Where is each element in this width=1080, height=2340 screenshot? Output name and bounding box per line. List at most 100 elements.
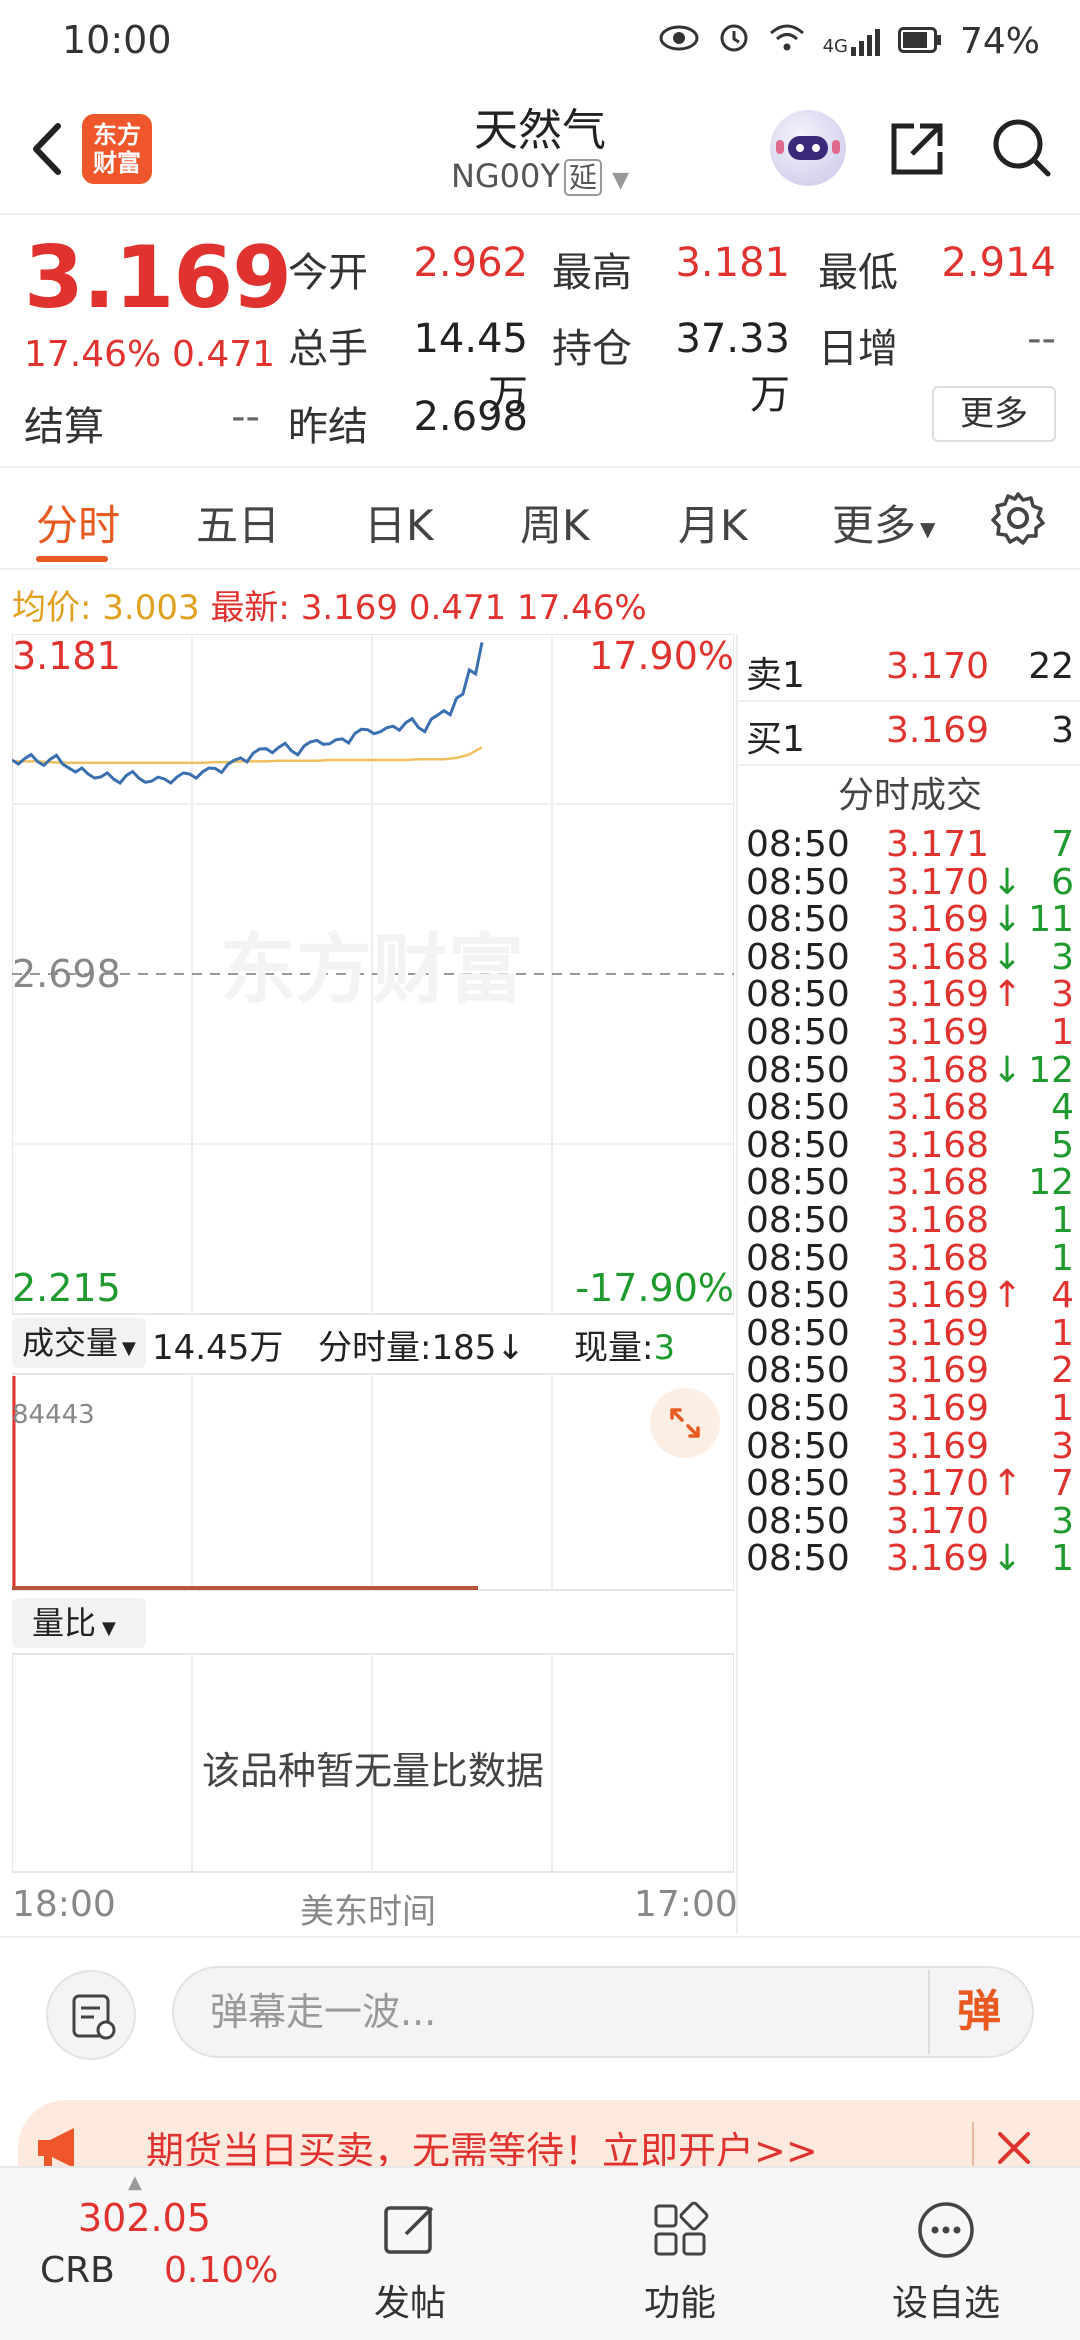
nav-function[interactable]: 功能 [590,2168,770,2340]
volume-now-label: 现量: [574,1328,654,1368]
volume-label: 总手 [288,326,368,372]
volume-indicator-dropdown[interactable]: 成交量 ▼ [12,1318,146,1368]
tab-daily-k[interactable]: 日K [364,492,434,553]
caret-down-icon: ▼ [102,1618,116,1639]
caret-down-icon: ▼ [920,516,936,541]
volume-now-value: 3 [653,1328,676,1368]
tick-time: 08:50 [746,1463,850,1505]
latest-change: 0.471 [408,588,507,628]
arrow-down-icon: ↓ [992,861,1023,903]
bid-row: 买1 3.169 3 [738,704,1080,766]
edit-icon [380,2200,440,2260]
tick-price: 3.168 [886,1087,990,1129]
tick-volume: 12 [1028,1049,1074,1091]
y-axis-mid: 2.698 [12,952,121,996]
tick-time: 08:50 [746,1388,850,1429]
last-price: 3.169 [24,228,292,328]
tick-volume: 11 [1028,899,1074,941]
tick-volume: 1 [1051,1312,1074,1354]
y-axis-low: 2.215 [12,1266,121,1310]
tick-time: 08:50 [746,1237,850,1279]
tick-time: 08:50 [746,1087,850,1129]
tick-price: 3.168 [886,1200,990,1241]
tick-volume: 5 [1051,1124,1074,1166]
crb-name: CRB [40,2250,115,2291]
delayed-tag: 延 [563,159,602,196]
danmu-input[interactable]: 弹幕走一波... [172,1966,1034,2058]
expand-icon[interactable] [650,1388,720,1458]
network-type: 4G [822,35,848,57]
x-axis-timezone: 美东时间 [300,1892,436,1932]
nav-watchlist-label: 设自选 [891,2283,1000,2324]
bid-volume: 3 [1051,710,1074,751]
robot-assistant-avatar[interactable] [770,110,846,186]
tick-volume: 12 [1028,1162,1074,1204]
status-bar: 10:00 4G 74% [0,0,1080,80]
bid-price: 3.169 [886,710,990,751]
low-label: 最低 [818,250,898,296]
daily-inc-label: 日增 [818,326,898,372]
order-book: 卖1 3.170 22 买1 3.169 3 分时成交 08:50 3.171 7 0… [736,634,1080,1934]
tab-weekly-k[interactable]: 周K [520,492,590,553]
tick-price: 3.168 [886,1237,990,1279]
tick-time: 08:50 [746,1124,850,1166]
wifi-icon [769,21,805,62]
settle-value: -- [231,394,260,440]
volume-now: 现量:3 [574,1320,675,1369]
tab-intraday[interactable]: 分时 [36,492,120,553]
danmu-toggle-button[interactable]: 弹 [928,1970,1028,2054]
search-icon[interactable] [988,114,1054,180]
intraday-chart[interactable]: 东方财富 3.181 17.90% 2.698 2.215 -17.90% 84… [12,634,734,1874]
tick-price: 3.170 [886,1463,990,1505]
tick-volume: 2 [1051,1350,1074,1392]
arrow-down-icon: ↓ [496,1328,525,1368]
tick-price: 3.169 [886,1388,990,1429]
nav-add-watchlist[interactable]: 设自选 [856,2168,1036,2340]
tick-volume: 7 [1051,824,1074,865]
caret-down-icon: ▼ [122,1338,136,1359]
ask-price: 3.170 [886,646,990,687]
tick-time: 08:50 [746,1538,850,1580]
tab-five-day[interactable]: 五日 [196,492,280,553]
ratio-dropdown-label: 量比 [32,1604,97,1642]
high-value: 3.181 [675,240,790,286]
tick-volume: 1 [1051,1012,1074,1053]
chart-tabs: 分时 五日 日K 周K 月K 更多 ▼ [0,466,1080,570]
note-settings-icon[interactable] [46,1970,136,2060]
tick-volume: 1 [1051,1388,1074,1429]
tab-more-label: 更多 [832,501,917,550]
nav-post[interactable]: 发帖 [320,2168,500,2340]
more-quote-button[interactable]: 更多 [932,386,1056,442]
tick-volume: 1 [1051,1538,1074,1580]
ratio-indicator-dropdown[interactable]: 量比 ▼ [12,1598,146,1648]
tick-price: 3.168 [886,936,990,978]
crb-value: 302.05 [78,2196,211,2240]
battery-icon [897,21,942,62]
ask-volume: 22 [1028,646,1074,687]
comment-bar: 弹幕走一波... 弹 [0,1936,1080,2086]
watermark: 东方财富 [220,925,524,1014]
tick-time: 08:50 [746,824,850,865]
open-label: 今开 [288,250,368,296]
tick-price: 3.169 [886,1350,990,1392]
alarm-icon [717,20,751,63]
share-icon[interactable] [884,116,950,182]
tick-time: 08:50 [746,1275,850,1317]
tick-price: 3.169 [886,1275,990,1317]
code-text: NG00Y [450,157,560,195]
gear-icon[interactable] [990,490,1046,546]
tab-more[interactable]: 更多 ▼ [832,492,935,553]
arrow-down-icon: ↓ [992,899,1023,941]
prev-settle-value: 2.698 [413,394,528,440]
tick-price: 3.168 [886,1162,990,1204]
bid-label: 买1 [746,719,805,760]
crb-index-ticker[interactable]: ▲ 302.05 CRB 0.10% [0,2168,278,2340]
change-amount: 0.471 [172,334,276,375]
nav-post-label: 发帖 [373,2283,446,2324]
arrow-down-icon: ↓ [992,936,1023,978]
tick-volume: 7 [1051,1463,1074,1505]
avg-label: 均价: [12,588,92,628]
tick-price: 3.169 [886,899,990,941]
tab-monthly-k[interactable]: 月K [678,492,748,553]
arrow-up-icon: ↑ [992,1463,1023,1505]
